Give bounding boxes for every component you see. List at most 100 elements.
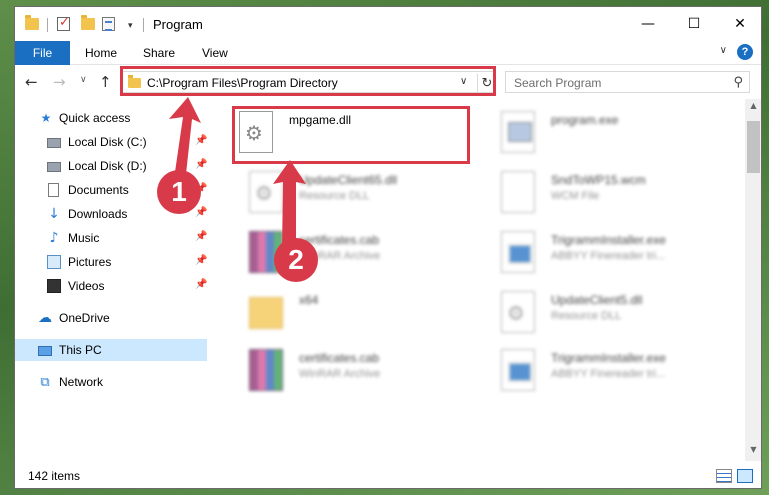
sidebar-item-label: Videos — [68, 279, 105, 293]
sidebar-item-label: Local Disk (D:) — [68, 159, 147, 173]
folder-icon — [249, 297, 283, 329]
folder-icon — [25, 15, 39, 30]
sidebar-item-onedrive[interactable]: ☁ OneDrive — [15, 307, 207, 329]
sidebar-item-music[interactable]: ♪ Music 📌 — [15, 227, 208, 249]
step-badge-1: 1 — [157, 170, 201, 214]
scroll-thumb[interactable] — [747, 121, 760, 173]
computer-icon — [38, 345, 52, 356]
scroll-up-icon[interactable]: ▲ — [745, 101, 761, 115]
tab-view[interactable]: View — [202, 46, 228, 60]
blank-file-icon — [501, 171, 535, 213]
file-highlight — [232, 106, 470, 164]
sidebar-item-label: Pictures — [68, 255, 112, 269]
divider — [47, 18, 48, 32]
file-item[interactable]: x64 — [239, 287, 489, 337]
vertical-scrollbar[interactable]: ▲ ▼ — [745, 99, 761, 461]
sidebar-item-pictures[interactable]: Pictures 📌 — [15, 251, 207, 273]
step-badge-2: 2 — [274, 238, 318, 282]
file-type: Resource DLL — [551, 310, 622, 322]
drive-icon — [47, 138, 61, 148]
tab-file[interactable]: File — [15, 41, 70, 65]
search-input[interactable]: Search Program ⚲ — [505, 71, 750, 93]
customize-toolbar-icon[interactable]: ▾ — [128, 20, 133, 31]
properties-check-icon[interactable] — [57, 15, 70, 31]
file-name: UpdateClient5.dll — [551, 293, 643, 307]
file-name: x64 — [299, 293, 319, 307]
file-type: ABBYY Finereader tri... — [551, 368, 666, 380]
file-name: UpdateClient65.dll — [299, 173, 398, 187]
drive-icon — [47, 162, 61, 172]
sidebar-item-label: Music — [68, 231, 100, 245]
tab-share[interactable]: Share — [143, 46, 175, 60]
file-item[interactable]: certificates.cab WinRAR Archive — [239, 345, 489, 395]
cloud-icon: ☁ — [38, 310, 52, 326]
videos-icon — [47, 279, 61, 293]
file-name: certificates.cab — [299, 351, 380, 365]
new-folder-icon[interactable] — [81, 15, 95, 30]
close-button[interactable]: ✕ — [717, 7, 761, 41]
installer-exe-icon — [501, 349, 535, 391]
sidebar-item-label: Documents — [68, 183, 129, 197]
sidebar-item-network[interactable]: ⧉ Network — [15, 371, 207, 393]
up-arrow-icon[interactable]: ↑ — [99, 73, 112, 91]
file-type: WCM File — [551, 190, 600, 202]
sidebar-item-label: OneDrive — [59, 311, 110, 325]
status-bar: 142 items — [15, 461, 761, 488]
file-item[interactable]: TrigrammInstaller.exe ABBYY Finereader t… — [491, 345, 741, 395]
pin-icon[interactable]: 📌 — [195, 279, 207, 290]
winrar-archive-icon — [249, 349, 283, 391]
download-icon: ↓ — [48, 206, 60, 222]
sidebar-item-label: Quick access — [59, 111, 131, 125]
pin-icon[interactable]: 📌 — [195, 135, 207, 146]
large-icons-view-icon[interactable] — [737, 469, 753, 483]
maximize-button[interactable]: ☐ — [671, 7, 717, 41]
back-arrow-icon[interactable]: ← — [25, 73, 38, 91]
pin-icon[interactable]: 📌 — [195, 159, 207, 170]
music-icon: ♪ — [49, 230, 59, 246]
sidebar-item-this-pc[interactable]: This PC — [15, 339, 207, 361]
file-type: ABBYY Finereader tri... — [551, 250, 666, 262]
file-type: WinRAR Archive — [299, 368, 381, 380]
sidebar-item-videos[interactable]: Videos 📌 — [15, 275, 207, 297]
search-placeholder: Search Program — [514, 76, 602, 90]
file-type: Resource DLL — [299, 190, 370, 202]
program-exe-icon — [501, 111, 535, 153]
ribbon-tabs: File Home Share View ∨ ? — [15, 41, 761, 65]
file-item[interactable]: TrigrammInstaller.exe ABBYY Finereader t… — [491, 227, 741, 277]
minimize-button[interactable]: — — [625, 7, 671, 41]
scroll-down-icon[interactable]: ▼ — [745, 445, 761, 459]
search-icon[interactable]: ⚲ — [733, 75, 743, 90]
pin-icon[interactable]: 📌 — [195, 231, 207, 242]
dll-file-icon — [249, 171, 283, 213]
sidebar-item-quick-access[interactable]: ★ Quick access — [15, 107, 207, 129]
expand-ribbon-icon[interactable]: ∨ — [720, 45, 727, 56]
forward-arrow-icon[interactable]: → — [53, 73, 66, 91]
documents-icon — [48, 183, 59, 197]
file-item[interactable]: UpdateClient65.dll Resource DLL — [239, 167, 489, 217]
star-icon: ★ — [40, 111, 52, 125]
recent-locations-icon[interactable]: ∨ — [80, 75, 87, 85]
pin-icon[interactable]: 📌 — [195, 207, 207, 218]
network-icon: ⧉ — [40, 374, 50, 390]
properties-icon[interactable] — [102, 17, 115, 31]
file-item[interactable]: SndToWP15.wcm WCM File — [491, 167, 741, 217]
item-count: 142 items — [28, 469, 81, 483]
pin-icon[interactable]: 📌 — [195, 255, 207, 266]
help-icon[interactable]: ? — [737, 44, 753, 60]
address-bar-highlight — [120, 66, 496, 96]
details-view-icon[interactable] — [716, 469, 732, 483]
tab-home[interactable]: Home — [85, 46, 117, 60]
sidebar-item-label: Network — [59, 375, 104, 389]
dll-gear-icon — [501, 291, 535, 333]
title-bar: ▾ Program — ☐ ✕ — [15, 7, 761, 41]
sidebar-item-label: Local Disk (C:) — [68, 135, 147, 149]
navigation-pane: ★ Quick access Local Disk (C:) 📌 Local D… — [15, 99, 211, 461]
file-item[interactable]: program.exe — [491, 107, 741, 157]
sidebar-item-label: This PC — [59, 343, 102, 357]
file-name: TrigrammInstaller.exe — [551, 351, 666, 365]
installer-exe-icon — [501, 231, 535, 273]
sidebar-item-local-disk-c[interactable]: Local Disk (C:) 📌 — [15, 131, 207, 153]
file-item[interactable]: UpdateClient5.dll Resource DLL — [491, 287, 741, 337]
file-name: TrigrammInstaller.exe — [551, 233, 666, 247]
file-name: program.exe — [551, 113, 619, 127]
